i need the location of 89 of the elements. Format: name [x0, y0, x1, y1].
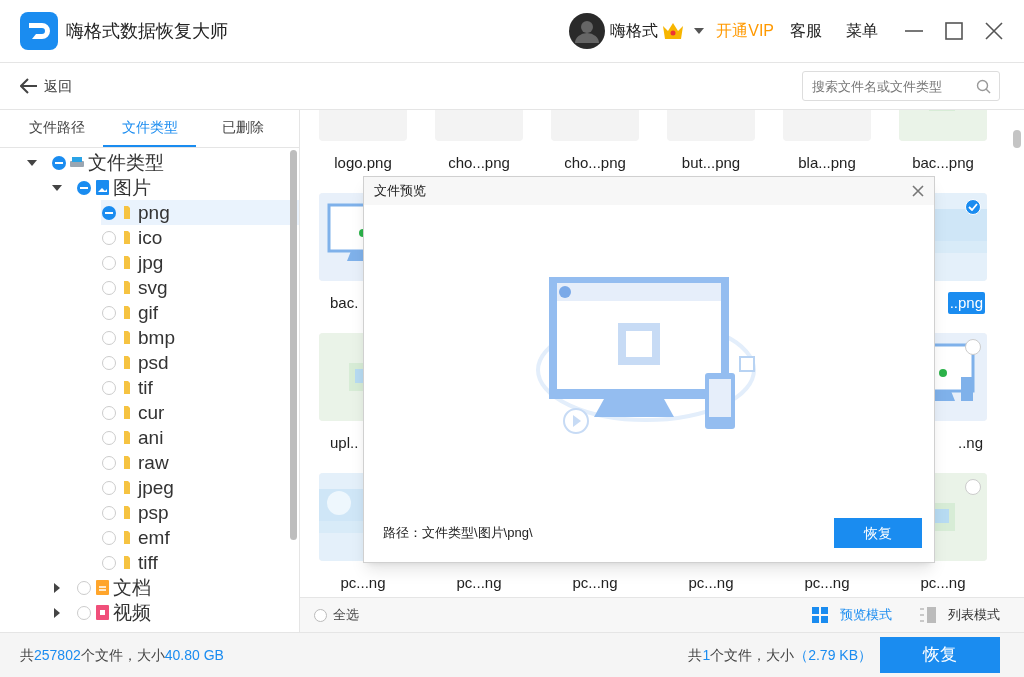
tree-item[interactable]: svg — [101, 275, 299, 300]
dialog-title: 文件预览 — [374, 182, 426, 201]
tree-item[interactable]: jpeg — [101, 475, 299, 500]
file-name[interactable]: bac. — [328, 292, 361, 314]
tree-checkbox[interactable] — [102, 205, 116, 220]
tree-item[interactable]: psp — [101, 500, 299, 525]
image-file-icon — [94, 179, 111, 196]
file-name[interactable]: cho...png — [446, 152, 512, 174]
tree-item[interactable]: 图片 — [76, 175, 299, 200]
tree-item[interactable]: 视频 — [76, 600, 299, 625]
file-name[interactable]: cho...png — [562, 152, 628, 174]
scrollbar-thumb[interactable] — [290, 150, 297, 540]
maximize-icon[interactable] — [944, 21, 964, 41]
tab[interactable]: 文件类型 — [103, 110, 196, 147]
document-icon — [94, 579, 111, 596]
caret-icon[interactable] — [694, 28, 705, 34]
tree-item[interactable]: bmp — [101, 325, 299, 350]
tree-item[interactable]: gif — [101, 300, 299, 325]
tree-checkbox[interactable] — [102, 555, 116, 570]
tree-checkbox[interactable] — [102, 505, 116, 520]
main-menu[interactable]: 菜单 — [846, 19, 878, 43]
file-name[interactable]: pc...ng — [918, 572, 968, 594]
service-menu[interactable]: 客服 — [790, 19, 822, 43]
tree-checkbox[interactable] — [102, 255, 116, 270]
file-name[interactable]: pc...ng — [802, 572, 852, 594]
tree-item[interactable]: raw — [101, 450, 299, 475]
file-name[interactable]: ..ng — [955, 432, 985, 454]
expanded-caret-icon[interactable] — [27, 157, 37, 168]
tree-checkbox[interactable] — [102, 330, 116, 345]
tree-checkbox[interactable] — [102, 355, 116, 370]
tree-checkbox[interactable] — [102, 530, 116, 545]
grid-view-icon — [812, 607, 828, 623]
crown-icon — [662, 22, 685, 40]
search-field[interactable]: 搜索文件名或文件类型 — [802, 71, 1000, 101]
close-icon[interactable] — [984, 21, 1004, 41]
tree-item[interactable]: 文档 — [76, 575, 299, 600]
avatar-icon[interactable] — [569, 13, 606, 49]
file-name[interactable]: bac...png — [910, 152, 976, 174]
back-arrow-icon — [20, 78, 38, 94]
file-name[interactable]: pc...ng — [338, 572, 388, 594]
view-mode-tab[interactable]: 列表模式 — [920, 605, 1000, 625]
tree-checkbox[interactable] — [102, 455, 116, 470]
file-name[interactable]: logo.png — [332, 152, 394, 174]
scrollbar-thumb[interactable] — [1013, 130, 1021, 148]
tab[interactable]: 已删除 — [196, 110, 289, 147]
check-icon — [968, 203, 978, 211]
file-count-summary: 共257802个文件，大小40.80 GB — [20, 645, 224, 665]
file-name[interactable]: but...png — [679, 152, 743, 174]
close-icon[interactable] — [912, 185, 924, 197]
user-name[interactable]: 嗨格式 — [610, 19, 659, 43]
select-all-checkbox[interactable]: 全选 — [314, 605, 359, 625]
tree-item[interactable]: ani — [101, 425, 299, 450]
video-file-icon — [94, 604, 111, 621]
file-name[interactable]: bla...png — [796, 152, 858, 174]
collapsed-caret-icon[interactable] — [52, 582, 62, 593]
tree-checkbox[interactable] — [77, 605, 91, 620]
tree-item[interactable]: png — [101, 200, 299, 225]
back-link[interactable]: 返回 — [20, 75, 72, 97]
file-path: 路径：文件类型\图片\png\ — [383, 524, 533, 543]
tree-item[interactable]: 文件类型 — [51, 150, 299, 175]
tree-checkbox[interactable] — [102, 480, 116, 495]
tree-item[interactable]: tiff — [101, 550, 299, 575]
expanded-caret-icon[interactable] — [52, 182, 62, 193]
tree-checkbox[interactable] — [102, 430, 116, 445]
tree-checkbox[interactable] — [77, 580, 91, 595]
tree-checkbox[interactable] — [102, 305, 116, 320]
tree-checkbox[interactable] — [102, 280, 116, 295]
file-name[interactable]: pc...ng — [570, 572, 620, 594]
tree-checkbox[interactable] — [102, 405, 116, 420]
list-view-icon — [920, 607, 936, 623]
file-name[interactable]: upl.. — [328, 432, 361, 454]
file-name[interactable]: pc...ng — [686, 572, 736, 594]
file-name[interactable]: pc...ng — [454, 572, 504, 594]
tree-checkbox[interactable] — [102, 230, 116, 245]
window-title: 嗨格式数据恢复大师 — [66, 19, 228, 43]
tree-item[interactable]: psd — [101, 350, 299, 375]
tree-checkbox[interactable] — [52, 155, 66, 170]
collapsed-caret-icon[interactable] — [52, 607, 62, 618]
selection-summary: 共1个文件，大小（2.79 KB） — [688, 645, 872, 665]
app-logo-icon — [20, 12, 58, 50]
tree-item[interactable]: cur — [101, 400, 299, 425]
tree-item[interactable]: ico — [101, 225, 299, 250]
tree-checkbox[interactable] — [77, 180, 91, 195]
tree-item[interactable]: tif — [101, 375, 299, 400]
tree-checkbox[interactable] — [102, 380, 116, 395]
search-icon[interactable] — [976, 79, 991, 94]
tab[interactable]: 文件路径 — [10, 110, 103, 147]
tree-item[interactable]: emf — [101, 525, 299, 550]
tree-item[interactable]: jpg — [101, 250, 299, 275]
